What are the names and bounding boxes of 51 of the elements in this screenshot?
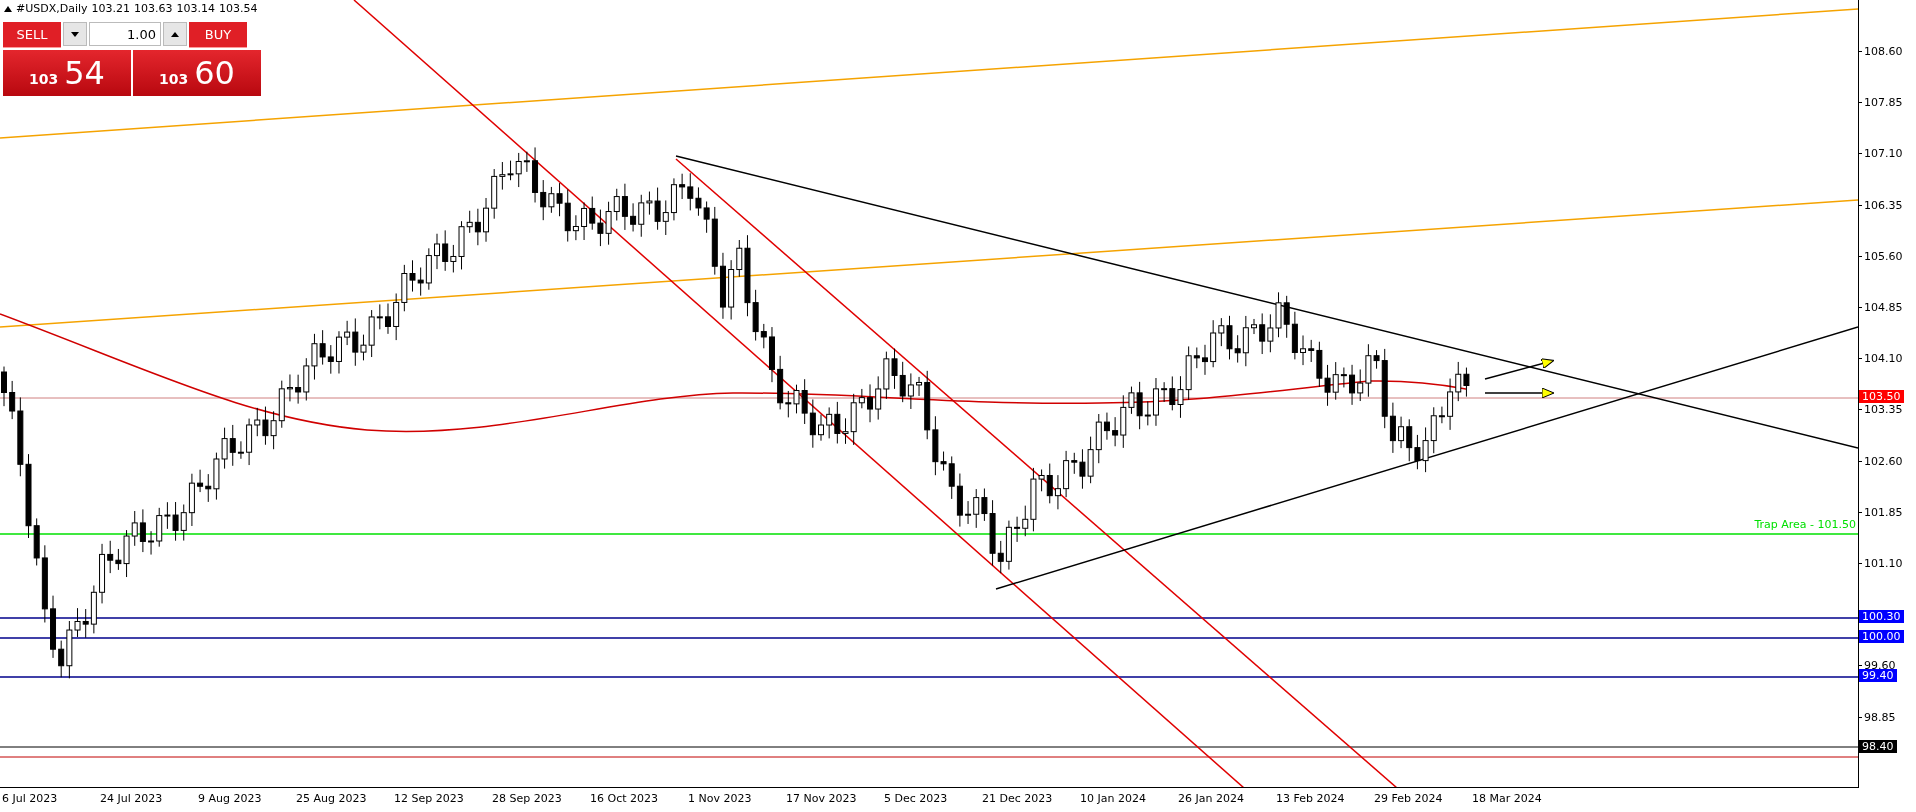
- price-tick-label: 104.85: [1864, 301, 1903, 315]
- price-tick-label: 101.10: [1864, 557, 1903, 571]
- date-tick-label: 24 Jul 2023: [100, 792, 163, 805]
- price-tick-label: 102.60: [1864, 454, 1903, 469]
- price-tick-label: 101.85: [1864, 505, 1903, 520]
- increase-button[interactable]: [163, 22, 187, 46]
- price-marker: 103.50: [1859, 390, 1904, 403]
- date-tick-label: 12 Sep 2023: [394, 792, 464, 805]
- price-tick-label: 106.35: [1864, 198, 1903, 213]
- price-tick-label: 105.60: [1864, 249, 1903, 264]
- price-tick-label: 107.85: [1864, 96, 1903, 111]
- lot-size-field[interactable]: 1.00: [89, 22, 161, 46]
- buy-button[interactable]: BUY: [189, 22, 247, 48]
- price-marker: 100.00: [1859, 630, 1904, 643]
- date-tick-label: 9 Aug 2023: [198, 792, 262, 805]
- sell-button[interactable]: SELL: [3, 22, 61, 48]
- arrow-drawing: [1484, 387, 1555, 399]
- decrease-button[interactable]: [63, 22, 87, 46]
- price-marker: 98.40: [1859, 740, 1897, 753]
- price-value: 103.14: [176, 2, 216, 15]
- date-tick-label: 21 Dec 2023: [982, 792, 1053, 805]
- price-value: 103.54: [219, 2, 258, 15]
- arrow-drawing: [1484, 358, 1555, 380]
- date-tick-label: 25 Aug 2023: [296, 792, 367, 805]
- price-tick-label: 107.10: [1864, 147, 1903, 162]
- date-tick-label: 10 Jan 2024: [1080, 792, 1146, 805]
- date-tick-label: 29 Feb 2024: [1374, 792, 1443, 805]
- price-tick-label: 98.85: [1864, 710, 1896, 725]
- date-tick-label: 18 Mar 2024: [1472, 792, 1542, 805]
- price-tick-label: 104.10: [1864, 352, 1903, 367]
- price-marker: 99.40: [1859, 669, 1897, 682]
- date-tick-label: 13 Feb 2024: [1276, 792, 1345, 805]
- price-marker: 100.30: [1859, 610, 1904, 623]
- date-tick-label: 16 Oct 2023: [590, 792, 658, 805]
- date-tick-label: 17 Nov 2023: [786, 792, 857, 805]
- caret-up-icon: [171, 31, 179, 37]
- price-value: 103.63: [134, 2, 173, 15]
- date-tick-label: 6 Jul 2023: [2, 792, 58, 805]
- date-tick-label: 26 Jan 2024: [1178, 792, 1244, 805]
- price-tick-label: 108.60: [1864, 45, 1903, 59]
- sell-price-button[interactable]: 103 54: [3, 50, 131, 96]
- date-tick-label: 28 Sep 2023: [492, 792, 562, 805]
- buy-price-button[interactable]: 103 60: [133, 50, 261, 96]
- date-tick-label: 1 Nov 2023: [688, 792, 752, 805]
- date-tick-label: 5 Dec 2023: [884, 792, 948, 805]
- caret-icon[interactable]: [4, 5, 12, 12]
- price-tick-label: 103.35: [1864, 403, 1903, 418]
- price-value: 103.21: [91, 2, 131, 15]
- chart-title: #USDX,Daily: [16, 2, 88, 15]
- line-label: Trap Area - 101.50: [1754, 518, 1856, 531]
- caret-down-icon: [71, 31, 79, 37]
